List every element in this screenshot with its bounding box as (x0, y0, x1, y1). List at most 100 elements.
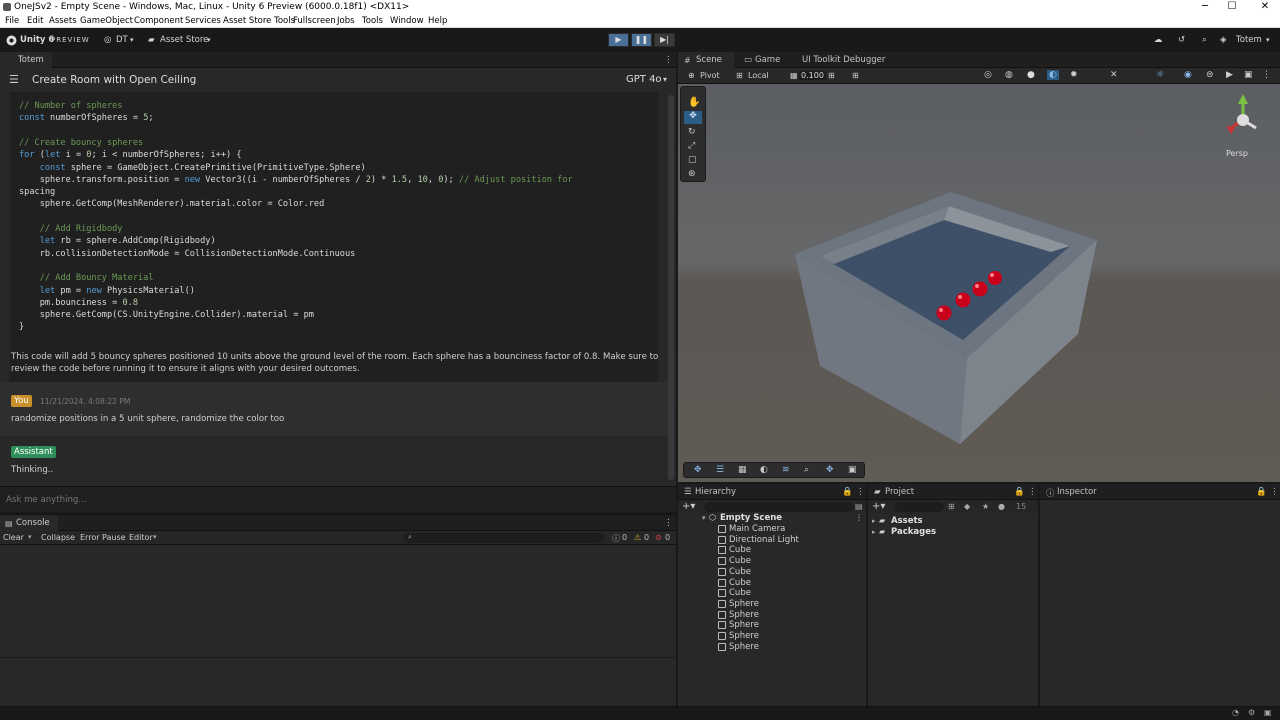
project-lock-icon[interactable]: 🔒 (1014, 487, 1025, 497)
totem-scrollbar[interactable] (668, 95, 674, 480)
wireframe-icon[interactable]: ◍ (1005, 70, 1013, 80)
hierarchy-item[interactable]: Cube (729, 578, 751, 588)
scene-more-icon[interactable]: ⋮ (1262, 70, 1271, 80)
layout-dropdown[interactable]: Totem (1236, 35, 1262, 45)
search-icon[interactable]: ⌕ (1202, 35, 1207, 45)
hierarchy-item[interactable]: Sphere (729, 620, 759, 630)
move-tool-icon[interactable]: ✥ (684, 111, 702, 124)
overlay-pan-icon[interactable]: ✥ (826, 465, 834, 475)
hierarchy-add-button[interactable]: +▾ (682, 501, 695, 512)
hierarchy-scene-root[interactable]: Empty Scene (720, 513, 782, 523)
hierarchy-item[interactable]: Cube (729, 588, 751, 598)
project-folder-packages[interactable]: Packages (891, 527, 936, 537)
step-button[interactable]: ▶| (654, 33, 675, 47)
scene-viewport[interactable]: Persp ✋ ✥ ↻ ⤢ ▢ ⊛ ✥ ☰ ▦ ◐ ≋ ⌕ ✥ ▣ (678, 84, 1280, 482)
clear-chevron-icon[interactable]: ▾ (28, 533, 32, 541)
hierarchy-more-icon[interactable]: ⋮ (856, 487, 865, 497)
close-button[interactable]: ✕ (1250, 1, 1280, 12)
overlay-snap-icon[interactable]: ▦ (738, 465, 747, 475)
overlay-grid-icon[interactable]: ☰ (716, 465, 724, 475)
hamburger-menu-icon[interactable]: ☰ (9, 73, 19, 86)
console-error-pause-button[interactable]: Error Pause (80, 533, 126, 542)
minimize-button[interactable]: ─ (1190, 1, 1220, 12)
account-dropdown[interactable]: DT (116, 35, 128, 45)
status-cache-icon[interactable]: ▣ (1264, 708, 1272, 717)
draw-mode-icon[interactable]: ◎ (984, 70, 992, 80)
2d-toggle-icon[interactable]: ▣ (1244, 70, 1253, 80)
model-selector[interactable]: GPT 4o (626, 74, 662, 85)
project-hidden-icon[interactable]: ● (998, 502, 1005, 511)
menu-component[interactable]: Component (134, 16, 183, 26)
hierarchy-item[interactable]: Directional Light (729, 535, 799, 545)
console-search-input[interactable]: ⌕ (404, 533, 604, 543)
visibility-icon[interactable]: ◉ (1184, 70, 1192, 80)
scale-tool-icon[interactable]: ⤢ (688, 141, 695, 151)
effects-icon[interactable]: ☼ (1156, 70, 1164, 80)
transform-tool-icon[interactable]: ⊛ (688, 169, 696, 179)
overlay-layers-icon[interactable]: ≋ (782, 465, 790, 475)
pause-button[interactable]: ❚❚ (631, 33, 652, 47)
project-add-button[interactable]: +▾ (872, 501, 885, 512)
project-favorite-icon[interactable]: ★ (982, 502, 989, 511)
console-editor-dropdown[interactable]: Editor (129, 533, 153, 542)
maximize-button[interactable]: ☐ (1217, 1, 1247, 12)
camera-icon[interactable]: ▶ (1226, 70, 1233, 80)
layers-icon[interactable]: ◈ (1220, 35, 1227, 45)
project-type-filter-icon[interactable]: ⊞ (948, 502, 955, 511)
hierarchy-lock-icon[interactable]: 🔒 (842, 487, 853, 497)
history-icon[interactable]: ↺ (1178, 35, 1185, 45)
snap-increment-icon[interactable]: ⊞ (828, 71, 835, 80)
project-search-input[interactable] (894, 502, 944, 512)
assets-expand-icon[interactable]: ▸ (872, 517, 876, 525)
totem-more-icon[interactable]: ⋮ (664, 55, 673, 65)
menu-tools[interactable]: Tools (362, 16, 383, 26)
hand-tool-icon[interactable]: ✋ (688, 97, 700, 108)
lighting-icon[interactable]: ✹ (1070, 70, 1078, 80)
overlay-move-icon[interactable]: ✥ (694, 465, 702, 475)
cloud-icon[interactable]: ☁ (1154, 35, 1163, 45)
project-more-icon[interactable]: ⋮ (1028, 487, 1037, 497)
log-warning-count[interactable]: 0 (644, 533, 649, 542)
console-more-icon[interactable]: ⋮ (664, 518, 673, 528)
shaded-icon[interactable]: ● (1027, 70, 1035, 80)
menu-asset-store-tools[interactable]: Asset Store Tools (223, 16, 295, 26)
overlay-search-icon[interactable]: ⌕ (804, 465, 809, 475)
menu-gameobject[interactable]: GameObject (80, 16, 133, 26)
project-folder-assets[interactable]: Assets (891, 516, 923, 526)
lit-icon[interactable]: ◐ (1047, 70, 1059, 80)
hierarchy-item[interactable]: Sphere (729, 599, 759, 609)
hierarchy-item[interactable]: Sphere (729, 610, 759, 620)
chat-input[interactable] (6, 492, 666, 508)
packages-expand-icon[interactable]: ▸ (872, 528, 876, 536)
tab-project[interactable]: Project (885, 487, 914, 497)
hierarchy-search-input[interactable] (704, 502, 854, 512)
overlay-light-icon[interactable]: ◐ (760, 465, 768, 475)
local-dropdown[interactable]: Local (748, 71, 769, 80)
hierarchy-filter-icon[interactable]: ▤ (855, 502, 863, 511)
inspector-lock-icon[interactable]: 🔒 (1256, 487, 1267, 497)
rotate-tool-icon[interactable]: ↻ (688, 127, 696, 137)
menu-file[interactable]: File (5, 16, 19, 26)
hierarchy-item[interactable]: Sphere (729, 642, 759, 652)
pivot-dropdown[interactable]: Pivot (700, 71, 720, 80)
asset-store-dropdown[interactable]: Asset Store (160, 35, 208, 45)
menu-jobs[interactable]: Jobs (337, 16, 355, 26)
menu-edit[interactable]: Edit (27, 16, 43, 26)
console-clear-button[interactable]: Clear (3, 533, 24, 542)
log-info-count[interactable]: 0 (622, 533, 627, 542)
scene-expand-icon[interactable]: ▾ (702, 514, 706, 522)
grid-snap-icon[interactable]: ▦ (790, 71, 798, 80)
overlay-screen-icon[interactable]: ▣ (848, 465, 857, 475)
menu-fullscreen[interactable]: Fullscreen (293, 16, 336, 26)
scene-root-more-icon[interactable]: ⋮ (855, 513, 863, 522)
menu-window[interactable]: Window (390, 16, 424, 26)
grid-visibility-icon[interactable]: ⊞ (852, 71, 859, 80)
inspector-more-icon[interactable]: ⋮ (1270, 487, 1279, 497)
status-progress-icon[interactable]: ◔ (1232, 708, 1239, 717)
status-debug-icon[interactable]: ⚙ (1248, 708, 1255, 717)
tab-inspector[interactable]: Inspector (1057, 487, 1097, 497)
hierarchy-item[interactable]: Cube (729, 556, 751, 566)
tab-totem[interactable]: Totem (0, 52, 52, 68)
rect-tool-icon[interactable]: ▢ (688, 155, 697, 165)
audio-mute-icon[interactable]: ✕ (1110, 70, 1118, 80)
